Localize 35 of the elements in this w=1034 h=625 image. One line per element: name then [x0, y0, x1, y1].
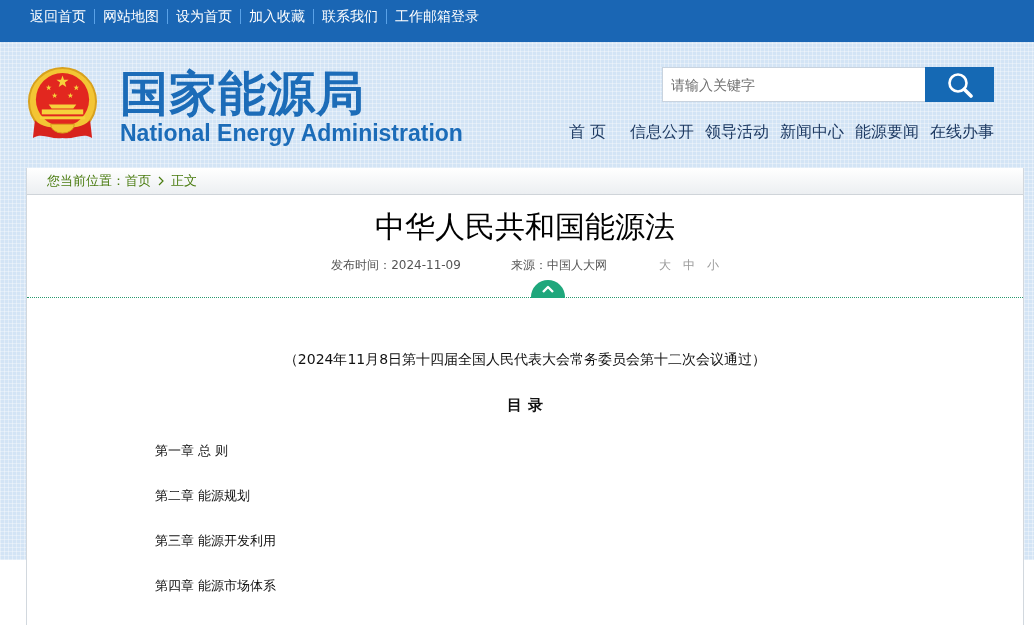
nav-link[interactable]: 领导活动 — [705, 121, 769, 143]
chapter-entry: 第四章 能源市场体系 — [155, 577, 277, 595]
scroll-up-button[interactable] — [531, 280, 565, 298]
search-icon — [946, 71, 973, 98]
top-link[interactable]: 联系我们 — [322, 7, 378, 25]
chapter-entry: 第二章 能源规划 — [155, 487, 251, 505]
search-field[interactable]: 请输入关键字 — [662, 67, 925, 102]
font-size-link[interactable]: 小 — [706, 258, 719, 272]
font-size-link[interactable]: 中 — [682, 258, 695, 272]
chapter-entry: 第三章 能源开发利用 — [155, 532, 277, 550]
logo-title: 国家能源局 — [120, 68, 365, 118]
breadcrumb-link[interactable]: 首页 — [125, 173, 151, 189]
nav-link[interactable]: 在线办事 — [930, 121, 994, 143]
publish-date: 发布时间：2024-11-09 — [331, 258, 461, 272]
search-button[interactable] — [925, 67, 994, 102]
chapter-entry: 第一章 总 则 — [155, 442, 229, 460]
breadcrumb-link[interactable]: 正文 — [171, 173, 197, 189]
nav-link[interactable]: 信息公开 — [630, 121, 694, 143]
top-link[interactable]: 加入收藏 — [249, 7, 305, 25]
font-size-link[interactable]: 大 — [658, 258, 671, 272]
article-source: 来源：中国人大网 — [510, 258, 607, 272]
top-link[interactable]: 工作邮箱登录 — [395, 7, 479, 25]
contents-heading: 目 录 — [507, 396, 543, 414]
logo-subtitle: National Energy Administration — [120, 120, 463, 146]
nav-link[interactable]: 能源要闻 — [855, 121, 919, 143]
nav-link[interactable]: 新闻中心 — [780, 121, 844, 143]
chevron-up-icon — [542, 285, 554, 293]
breadcrumb-label: 您当前位置： — [47, 173, 125, 189]
top-link[interactable]: 设为首页 — [176, 7, 232, 25]
article-title: 中华人民共和国能源法 — [375, 209, 675, 245]
chevron-right-icon — [158, 176, 164, 186]
top-link[interactable]: 网站地图 — [103, 7, 159, 25]
adoption-note: （2024年11月8日第十四届全国人民代表大会常务委员会第十二次会议通过） — [283, 350, 767, 368]
nav-link[interactable]: 首 页 — [568, 121, 606, 143]
top-link[interactable]: 返回首页 — [30, 7, 86, 25]
